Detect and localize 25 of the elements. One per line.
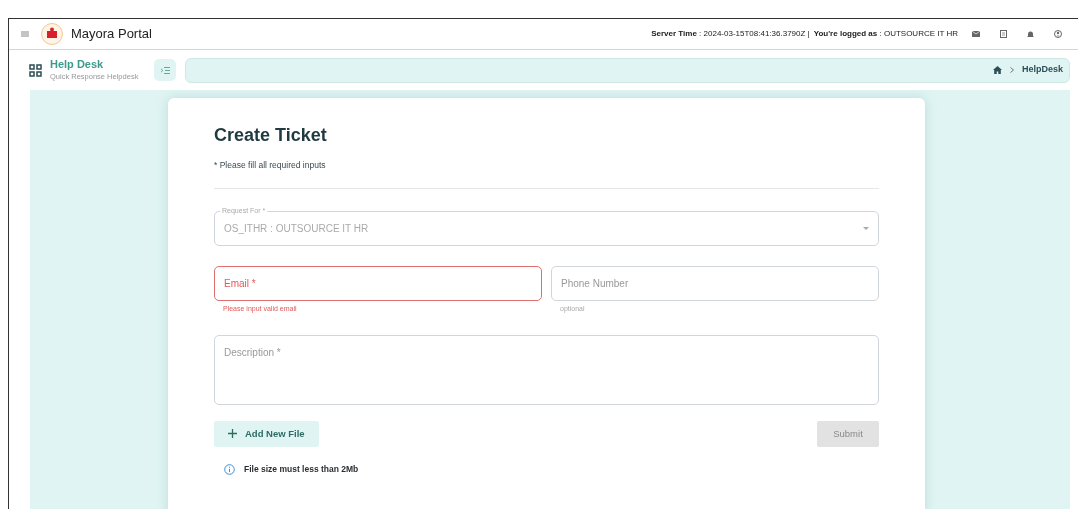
sidebar-toggle-button[interactable]	[154, 59, 176, 81]
plus-icon	[228, 429, 237, 439]
breadcrumb-link[interactable]: HelpDesk	[1021, 63, 1063, 77]
document-icon[interactable]	[1000, 30, 1007, 38]
caret-icon	[863, 226, 869, 230]
mail-icon[interactable]	[972, 31, 980, 37]
logged-user: You're logged as : OUTSOURCE IT HR	[813, 28, 958, 40]
account-icon[interactable]	[1054, 30, 1062, 38]
grid-icon	[29, 63, 42, 77]
server-time: Server Time : 2024-03-15T08:41:36.3790Z |	[651, 28, 810, 40]
form-title: Create Ticket	[214, 124, 328, 147]
add-file-button[interactable]: Add New File	[214, 420, 319, 447]
input-field[interactable]: Email *	[214, 265, 542, 301]
required-note: * Please fill all required inputs	[214, 159, 327, 172]
app-title: Mayora Portal	[71, 25, 152, 44]
bell-icon[interactable]	[1027, 30, 1034, 38]
info-icon	[224, 463, 235, 475]
chevron-icon	[1009, 67, 1014, 73]
file-size-note: File size must less than 2Mb	[244, 462, 359, 476]
module-title: Help Desk	[50, 57, 105, 71]
indent-icon	[160, 66, 170, 74]
logo-icon	[41, 23, 63, 45]
select-value: OS_ITHR : OUTSOURCE IT HR	[224, 221, 370, 236]
home-icon[interactable]	[992, 66, 1002, 74]
description-field[interactable]: Description *	[214, 334, 879, 405]
